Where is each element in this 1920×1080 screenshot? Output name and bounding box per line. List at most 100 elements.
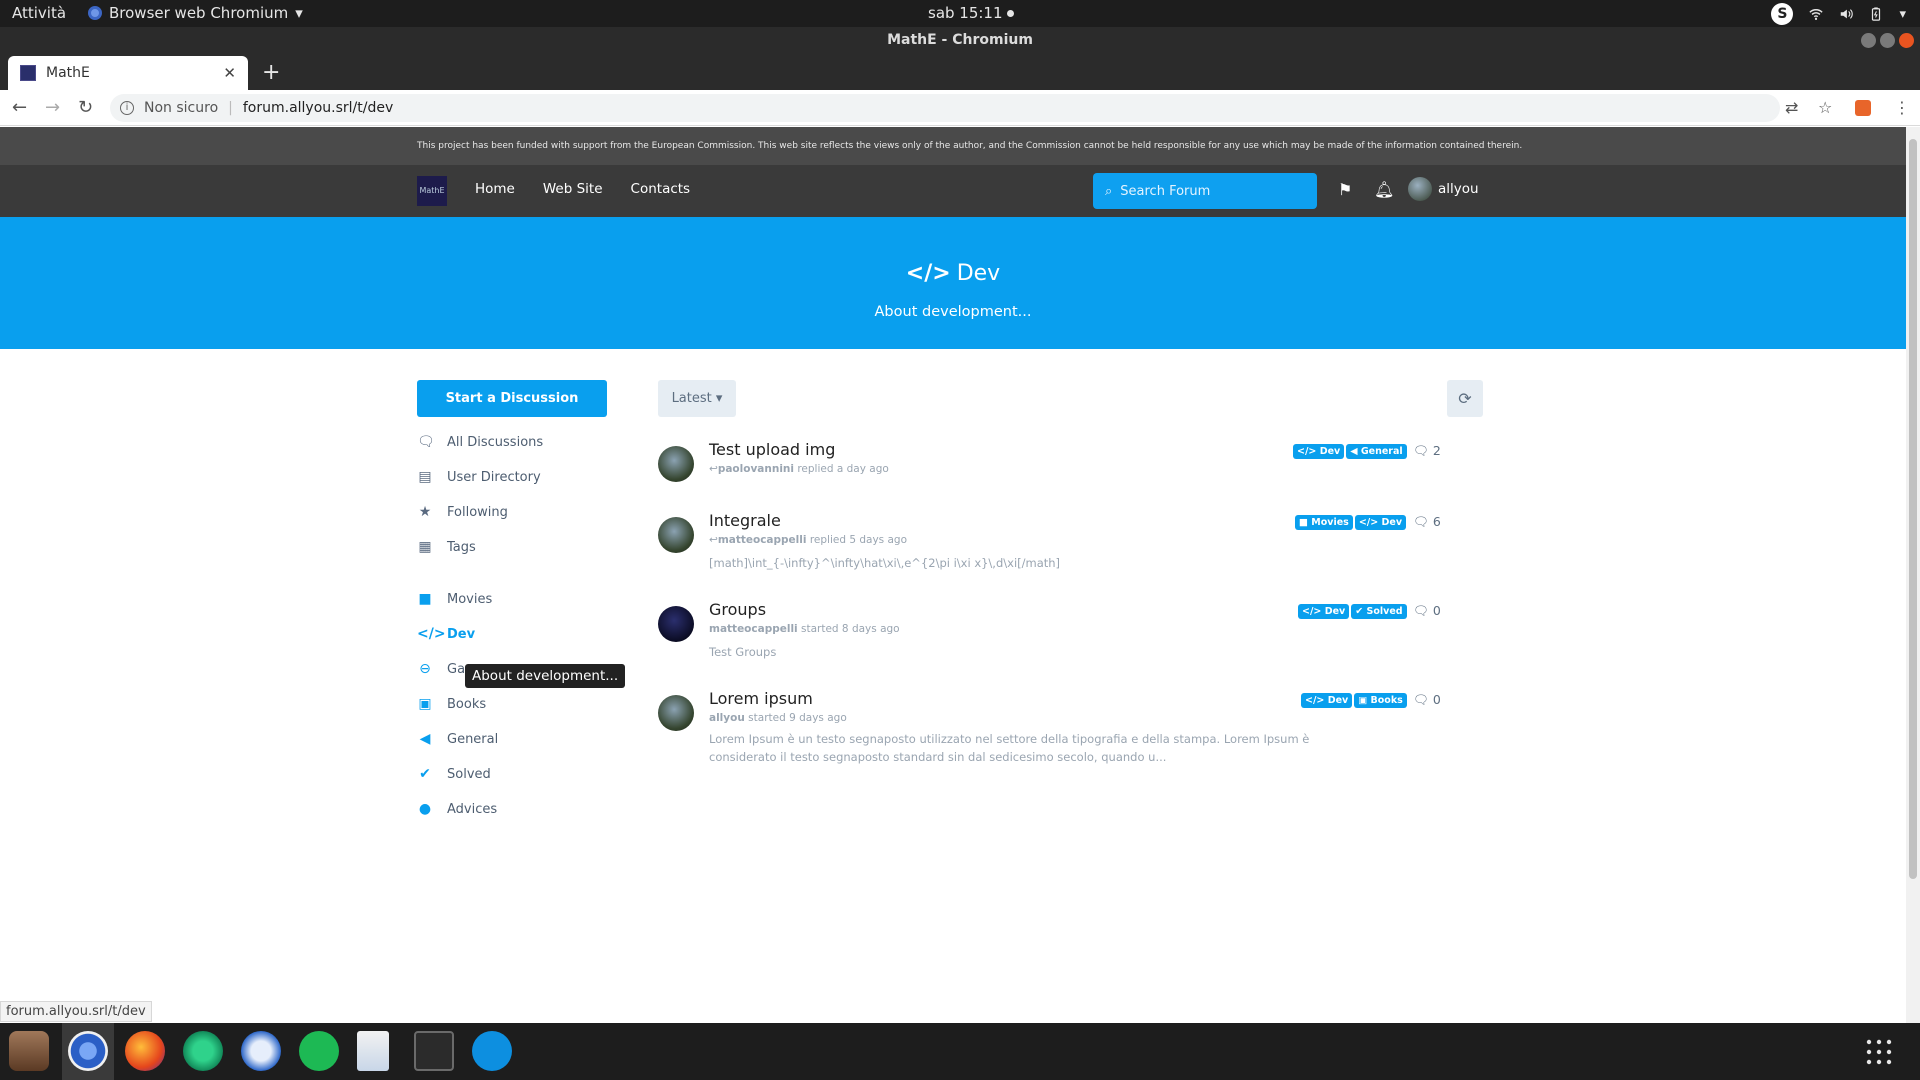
security-label: Non sicuro bbox=[144, 100, 219, 116]
tag-label: Dev bbox=[1324, 606, 1346, 617]
new-tab-button[interactable]: + bbox=[262, 60, 280, 85]
discussion-title[interactable]: Integrale bbox=[709, 511, 781, 530]
sidebar-tag-dev[interactable]: </> Dev bbox=[417, 626, 475, 642]
username[interactable]: allyou bbox=[1438, 181, 1479, 197]
discussion-title[interactable]: Lorem ipsum bbox=[709, 689, 813, 708]
page-scrollbar[interactable] bbox=[1906, 127, 1920, 1023]
discussion-user[interactable]: paolovannini bbox=[718, 463, 794, 475]
skype-app-icon[interactable] bbox=[472, 1031, 512, 1071]
thunderbird-app-icon[interactable] bbox=[241, 1031, 281, 1071]
info-icon[interactable]: i bbox=[120, 101, 134, 115]
nav-home[interactable]: Home bbox=[475, 181, 515, 197]
discussion-user[interactable]: allyou bbox=[709, 712, 745, 724]
discussion-user[interactable]: matteocappelli bbox=[718, 534, 807, 546]
tag-label: Dev bbox=[1319, 446, 1341, 457]
site-header: MathE Home Web Site Contacts ⌕ Search Fo… bbox=[0, 165, 1906, 217]
sidebar-tag-games[interactable]: ⊖ Ga bbox=[417, 661, 465, 677]
scrollbar-thumb[interactable] bbox=[1909, 139, 1917, 879]
avatar[interactable] bbox=[658, 446, 694, 482]
avatar[interactable] bbox=[1408, 177, 1432, 201]
star-icon: ★ bbox=[418, 504, 432, 520]
terminal-app-icon[interactable] bbox=[414, 1031, 454, 1071]
close-tab-icon[interactable]: ✕ bbox=[223, 64, 236, 82]
files-app-icon[interactable] bbox=[9, 1031, 49, 1071]
nav-contacts[interactable]: Contacts bbox=[631, 181, 691, 197]
tag-badge[interactable]: </> Dev bbox=[1354, 515, 1407, 530]
extension-icon[interactable] bbox=[1855, 100, 1871, 116]
sidebar-item-label: User Directory bbox=[447, 469, 541, 485]
discussion-tags: </> Dev ▣ Books bbox=[1299, 693, 1407, 708]
translate-icon[interactable]: ⇄ bbox=[1785, 98, 1798, 117]
avatar[interactable] bbox=[658, 517, 694, 553]
atom-app-icon[interactable] bbox=[183, 1031, 223, 1071]
reply-count-value: 6 bbox=[1432, 514, 1441, 529]
spotify-app-icon[interactable] bbox=[299, 1031, 339, 1071]
sort-dropdown[interactable]: Latest ▾ bbox=[658, 380, 736, 417]
maximize-button[interactable] bbox=[1880, 33, 1895, 48]
tag-badge[interactable]: ✔ Solved bbox=[1351, 604, 1407, 619]
skype-tray-icon[interactable]: S bbox=[1771, 3, 1794, 25]
reload-icon[interactable]: ↻ bbox=[78, 97, 93, 118]
nav-web-site[interactable]: Web Site bbox=[543, 181, 603, 197]
sidebar-tag-solved[interactable]: ✔ Solved bbox=[417, 766, 491, 782]
chromium-icon bbox=[88, 6, 102, 20]
avatar[interactable] bbox=[658, 695, 694, 731]
back-icon[interactable]: ← bbox=[12, 97, 27, 118]
discussion-meta: matteocappelli started 8 days ago bbox=[709, 623, 900, 635]
tag-badge[interactable]: ◀ General bbox=[1346, 444, 1407, 459]
firefox-app-icon[interactable] bbox=[125, 1031, 165, 1071]
avatar[interactable] bbox=[658, 606, 694, 642]
eu-funding-notice: This project has been funded with suppor… bbox=[0, 127, 1906, 165]
close-window-button[interactable] bbox=[1899, 33, 1914, 48]
sidebar-tag-advices[interactable]: ● Advices bbox=[417, 801, 497, 817]
clock[interactable]: sab 15:11 bbox=[928, 4, 1014, 22]
forward-icon[interactable]: → bbox=[45, 97, 60, 118]
reply-count[interactable]: 🗨︎ 0 bbox=[1413, 692, 1441, 708]
sidebar-tag-movies[interactable]: ■ Movies bbox=[417, 591, 492, 607]
sidebar-tag-general[interactable]: ◀ General bbox=[417, 731, 499, 747]
discussion-action: replied 5 days ago bbox=[809, 534, 907, 546]
minimize-button[interactable] bbox=[1861, 33, 1876, 48]
refresh-button[interactable]: ⟳ bbox=[1447, 380, 1483, 417]
menu-kebab-icon[interactable]: ⋮ bbox=[1894, 98, 1910, 117]
grid-icon: ▦ bbox=[418, 539, 432, 555]
window-title: MathE - Chromium bbox=[887, 32, 1033, 48]
app-menu[interactable]: Browser web Chromium ▾ bbox=[88, 4, 303, 22]
flag-icon[interactable]: ⚑ bbox=[1338, 180, 1352, 199]
site-logo[interactable]: MathE bbox=[417, 176, 447, 206]
discussion-title[interactable]: Groups bbox=[709, 600, 766, 619]
address-bar[interactable]: i Non sicuro | forum.allyou.srl/t/dev bbox=[110, 94, 1780, 122]
reply-count[interactable]: 🗨︎ 6 bbox=[1413, 514, 1441, 530]
bell-icon[interactable]: 🔔︎ bbox=[1374, 180, 1394, 199]
system-tray[interactable]: S ▾ bbox=[1771, 3, 1906, 25]
discussion-title[interactable]: Test upload img bbox=[709, 440, 835, 459]
system-menu-caret-icon: ▾ bbox=[1899, 6, 1906, 22]
discussion-user[interactable]: matteocappelli bbox=[709, 623, 798, 635]
activities-button[interactable]: Attività bbox=[12, 4, 66, 22]
tag-badge[interactable]: ▣ Books bbox=[1354, 693, 1407, 708]
tag-badge[interactable]: ■ Movies bbox=[1295, 515, 1353, 530]
search-input[interactable]: ⌕ Search Forum bbox=[1093, 173, 1317, 209]
sidebar-tag-books[interactable]: ▣ Books bbox=[417, 696, 486, 712]
discussion-excerpt: Lorem Ipsum è un testo segnaposto utiliz… bbox=[709, 732, 1310, 764]
sidebar-item-tags[interactable]: ▦ Tags bbox=[417, 539, 475, 555]
tab-mathe[interactable]: MathE ✕ bbox=[8, 56, 248, 90]
sidebar-item-user-directory[interactable]: ▤ User Directory bbox=[417, 469, 541, 485]
system-top-bar: Attività Browser web Chromium ▾ sab 15:1… bbox=[0, 0, 1920, 27]
sidebar-item-following[interactable]: ★ Following bbox=[417, 504, 508, 520]
sidebar-item-all-discussions[interactable]: 🗨︎ All Discussions bbox=[417, 434, 543, 450]
document-viewer-app-icon[interactable] bbox=[357, 1031, 389, 1071]
tag-label: Dev bbox=[1381, 517, 1403, 528]
tag-badge[interactable]: </> Dev bbox=[1293, 444, 1345, 459]
tag-badge[interactable]: </> Dev bbox=[1301, 693, 1353, 708]
start-discussion-button[interactable]: Start a Discussion bbox=[417, 380, 607, 417]
show-applications-icon[interactable] bbox=[1866, 1039, 1892, 1065]
reply-count[interactable]: 🗨︎ 0 bbox=[1413, 603, 1441, 619]
chromium-app-icon[interactable] bbox=[68, 1031, 108, 1071]
discussion-excerpt: Test Groups bbox=[709, 645, 777, 659]
tag-badge[interactable]: </> Dev bbox=[1298, 604, 1350, 619]
sort-label: Latest bbox=[671, 391, 712, 406]
bookmark-star-icon[interactable]: ☆ bbox=[1818, 98, 1832, 117]
sidebar-item-label: Advices bbox=[447, 801, 498, 817]
reply-count[interactable]: 🗨︎ 2 bbox=[1413, 443, 1441, 459]
